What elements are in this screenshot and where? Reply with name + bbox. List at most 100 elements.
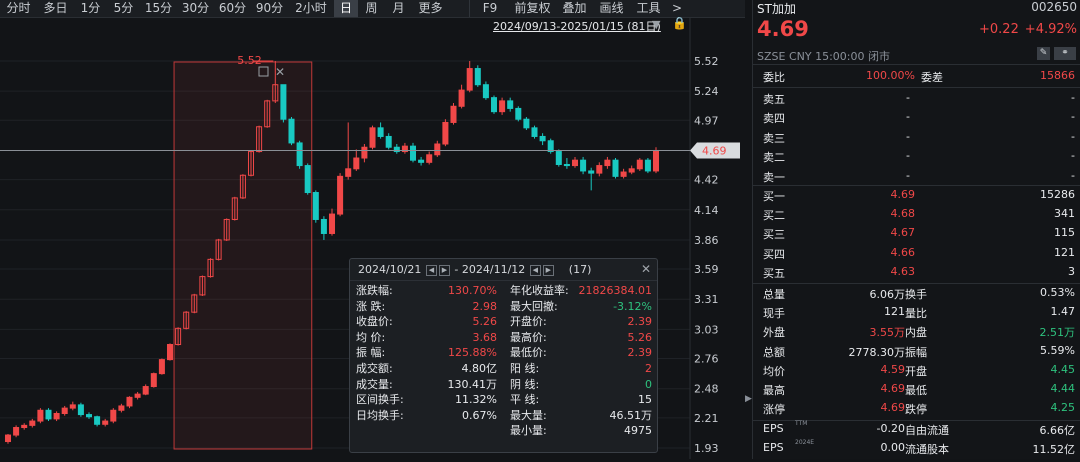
toolbar-item[interactable]: 前复权 <box>509 0 556 17</box>
bid-level-label: 买一 <box>763 190 785 203</box>
toolbar-item[interactable]: 90分 <box>251 0 288 17</box>
toolbar-item[interactable]: 分时 <box>0 0 37 17</box>
interval-stats-popup[interactable]: 2024/10/21 ◀ ▶ - 2024/11/12 ◀ ▶ (17) ✕ 涨跌幅… <box>349 258 658 453</box>
bid-level-label: 买五 <box>763 266 785 280</box>
price-change-pct: +4.92% <box>1024 22 1077 37</box>
toolbar-item[interactable]: 1分 <box>74 0 107 17</box>
next-arrow-icon[interactable]: ▶ <box>542 264 554 276</box>
detail-label: 最高 <box>763 384 785 397</box>
candle-body <box>328 213 336 234</box>
candle-body <box>21 424 28 429</box>
stat-label: 阴 线: <box>510 377 540 391</box>
close-icon[interactable]: ✕ <box>275 65 285 79</box>
weibi-label: 委比 <box>763 71 785 84</box>
bid-price: 4.66 <box>890 245 916 259</box>
toolbar-item[interactable]: 更多 <box>412 0 449 17</box>
candle-body <box>377 127 384 137</box>
stat-value: 130.70% <box>448 284 497 297</box>
toolbar-item[interactable]: > <box>667 0 687 17</box>
ask-level-label: 卖二 <box>763 151 785 165</box>
price-tick-label: 2.48 <box>694 383 719 396</box>
prev-arrow-icon[interactable]: ◀ <box>529 264 541 276</box>
stat-value: 3.68 <box>472 330 498 344</box>
candle-body <box>110 409 117 422</box>
candle-body <box>369 127 376 148</box>
range-dropdown-icon[interactable]: ▼ <box>652 18 660 31</box>
candle-body <box>539 135 546 142</box>
toolbar-item[interactable]: 周 <box>358 0 385 17</box>
price-change: +0.22 <box>979 22 1019 37</box>
price-tick-label: 2.76 <box>694 353 719 366</box>
detail-value: 3.55万 <box>869 326 906 340</box>
candle-body <box>458 89 465 107</box>
stat-value: 11.32% <box>455 393 497 407</box>
ask-level-label: 卖四 <box>763 112 785 126</box>
candle-body <box>29 420 36 426</box>
ask-volume: - <box>1071 91 1075 104</box>
stat-value: 21826384.01 <box>578 284 652 297</box>
candle-body <box>523 118 530 129</box>
toolbar-item[interactable]: 月 <box>385 0 412 17</box>
stat-label: 最大量: <box>510 408 547 422</box>
stat-label: 最低价: <box>510 346 547 360</box>
candle-body <box>345 168 352 177</box>
detail-value: 5.59% <box>1040 343 1075 357</box>
candle-body <box>85 414 93 418</box>
detail-value: 1.47 <box>1050 305 1076 319</box>
bid-volume: 341 <box>1054 207 1075 221</box>
stat-value: 5.26 <box>627 330 653 344</box>
close-icon[interactable]: ✕ <box>641 259 651 280</box>
link-icon[interactable]: ⚭ <box>1054 47 1076 60</box>
candle-body <box>353 157 360 170</box>
candle-body <box>636 159 643 170</box>
toolbar-item[interactable]: 2小时 <box>288 0 334 17</box>
market-status: SZSE CNY 15:00:00 闭市 <box>757 50 890 63</box>
candle-body <box>507 100 514 109</box>
detail-label: 振幅 <box>905 345 927 359</box>
ask-price: - <box>906 110 910 124</box>
toolbar-item[interactable]: 5分 <box>107 0 140 17</box>
candle-body <box>499 100 506 113</box>
toolbar-item[interactable]: F9 <box>469 0 510 17</box>
toolbar-item[interactable]: 日 <box>334 0 358 17</box>
toolbar-item[interactable]: 30分 <box>177 0 214 17</box>
stat-label: 收盘价: <box>356 315 393 329</box>
detail-value: 11.52亿 <box>1032 443 1076 456</box>
detail-label: 现手 <box>763 307 785 321</box>
collapse-panel-icon[interactable]: ▶ <box>745 394 752 404</box>
bid-volume: 121 <box>1054 245 1075 259</box>
stat-value: 2 <box>645 362 652 375</box>
bid-price: 4.63 <box>890 264 916 278</box>
toolbar-item[interactable]: 60分 <box>214 0 251 17</box>
ask-price: - <box>906 91 910 104</box>
detail-label: 开盘 <box>905 364 927 378</box>
edit-icon[interactable]: ✎ <box>1037 47 1050 60</box>
detail-value: 6.66亿 <box>1039 424 1076 437</box>
ask-level-label: 卖三 <box>763 131 785 145</box>
candle-body <box>612 159 619 177</box>
prev-arrow-icon[interactable]: ◀ <box>425 264 437 276</box>
candle-body <box>142 386 149 395</box>
toolbar-item[interactable]: 叠加 <box>556 0 593 17</box>
toolbar-item[interactable]: 多日 <box>37 0 74 17</box>
date-range-link[interactable]: 2024/09/13-2025/01/15 (81日) <box>493 18 661 34</box>
toolbar-item[interactable]: 工具 <box>630 0 667 17</box>
toolbar-item[interactable]: 15分 <box>140 0 177 17</box>
last-price: 4.69 <box>757 17 809 41</box>
ask-volume: - <box>1071 110 1075 124</box>
current-price-tag-label: 4.69 <box>702 144 727 157</box>
divider <box>753 87 1080 88</box>
bid-price: 4.68 <box>890 207 916 221</box>
detail-label: 量比 <box>905 307 927 321</box>
detail-label: 流通股本 <box>905 443 949 456</box>
detail-value: 4.59 <box>880 362 906 376</box>
stat-value: 2.39 <box>627 346 653 360</box>
eps-label: EPS <box>763 441 784 454</box>
candle-body <box>337 175 344 215</box>
next-arrow-icon[interactable]: ▶ <box>438 264 450 276</box>
detail-label: 跌停 <box>905 403 927 417</box>
toolbar-item[interactable]: 画线 <box>593 0 630 17</box>
price-tick-label: 3.59 <box>694 263 719 276</box>
ask-volume: - <box>1071 129 1075 143</box>
lock-icon[interactable]: 🔒 <box>672 16 687 30</box>
